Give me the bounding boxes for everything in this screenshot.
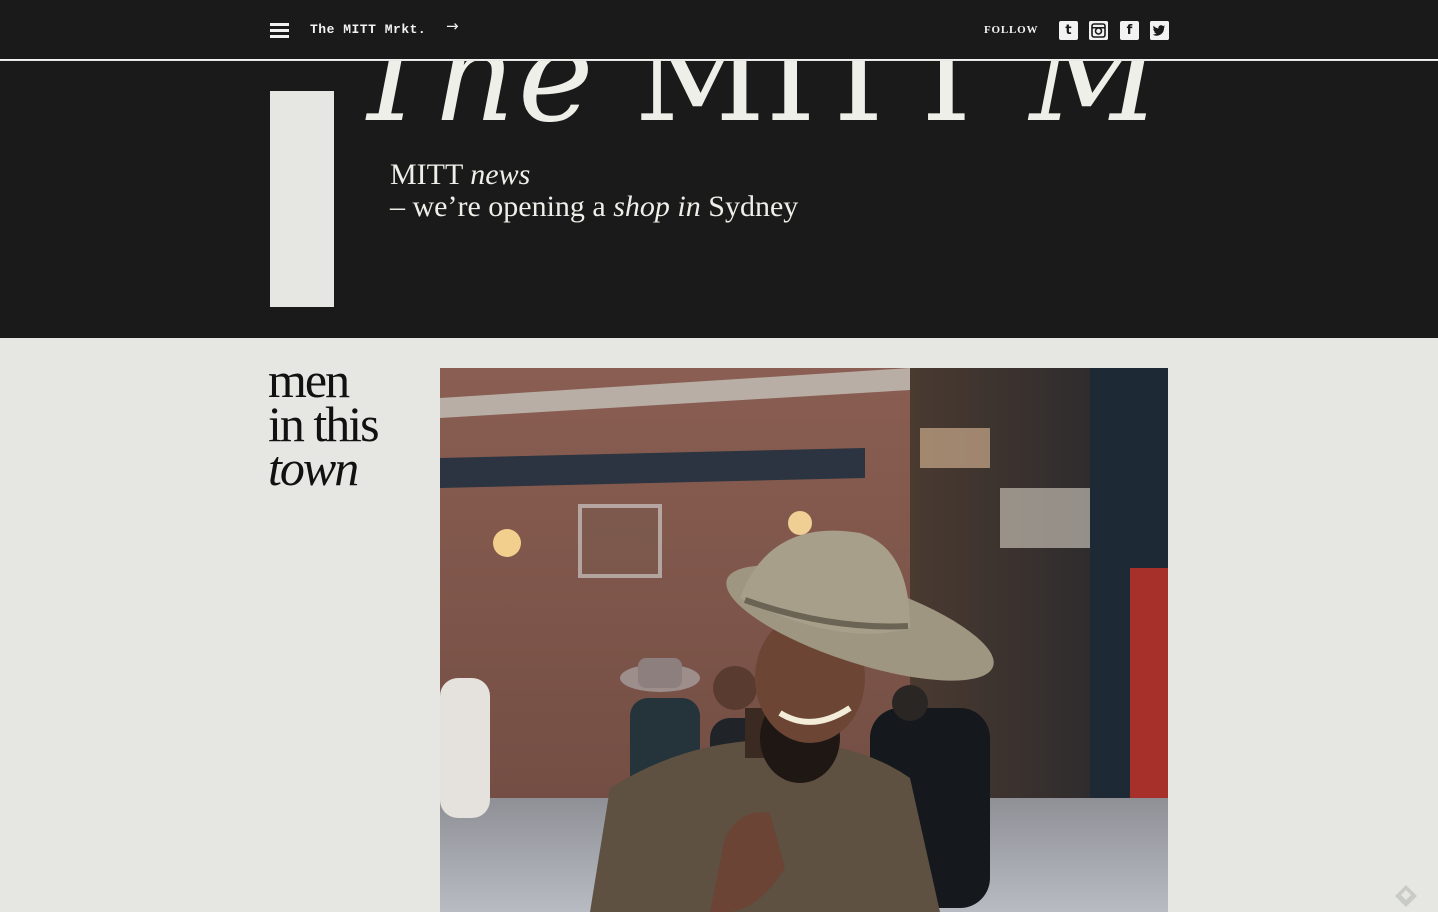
follow-label: FOLLOW xyxy=(984,24,1039,36)
tumblr-icon[interactable]: t xyxy=(1059,21,1078,40)
news-headline-line2[interactable]: – we’re opening a shop in Sydney xyxy=(390,191,798,223)
twitter-icon[interactable] xyxy=(1150,21,1169,40)
masthead-word-mitt: MITT xyxy=(634,61,989,145)
masthead-word-mrkt: Mrkt xyxy=(1029,61,1168,145)
news-headline-line1[interactable]: MITT news xyxy=(390,159,530,191)
hamburger-menu-icon[interactable] xyxy=(270,23,289,38)
news-title-plain: MITT xyxy=(390,158,463,191)
instagram-icon[interactable] xyxy=(1089,21,1108,40)
arrow-right-icon[interactable]: → xyxy=(446,17,459,35)
feedly-icon[interactable] xyxy=(1394,884,1418,908)
news-line2-part2: Sydney xyxy=(708,190,799,223)
news-title-italic: news xyxy=(470,158,531,191)
hero-decorative-block xyxy=(270,91,334,307)
masthead-title: The MITT Mrkt xyxy=(350,61,1168,145)
news-line2-part1: – we’re opening a xyxy=(390,190,606,223)
facebook-icon[interactable]: f xyxy=(1120,21,1139,40)
top-navigation-bar: The MITT Mrkt. → FOLLOW t f xyxy=(0,0,1438,60)
section-title: men in this town xyxy=(268,355,380,496)
section-title-line3: town xyxy=(268,440,359,496)
brand-link[interactable]: The MITT Mrkt. xyxy=(310,22,426,37)
hero-banner: The MITT Mrkt MITT news – we’re opening … xyxy=(0,61,1438,338)
street-scene-illustration xyxy=(440,368,1168,912)
street-style-photo[interactable] xyxy=(440,368,1168,912)
news-line2-italic: shop in xyxy=(613,190,701,223)
masthead-word-the: The xyxy=(350,61,594,145)
